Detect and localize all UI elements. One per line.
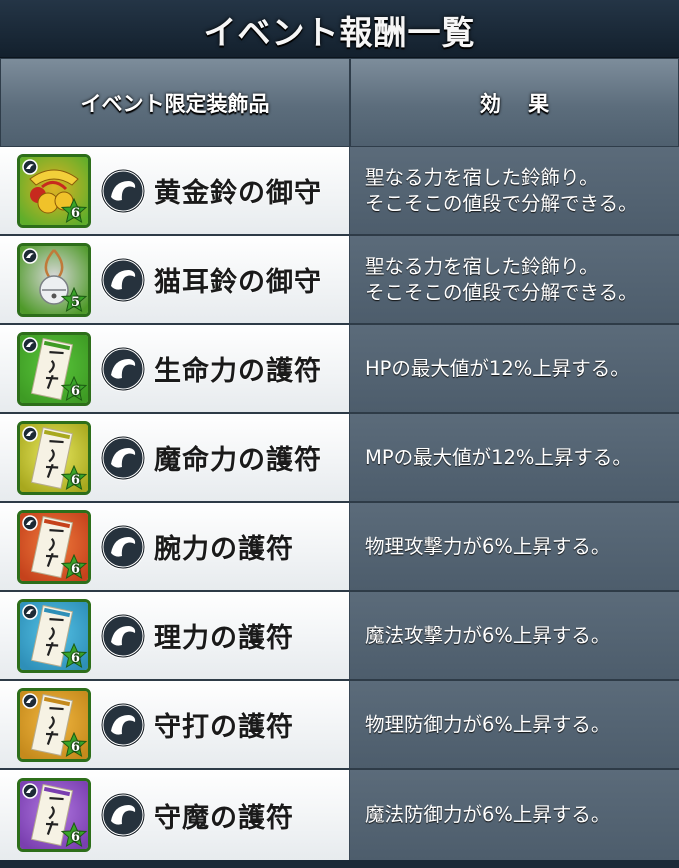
item-name: 生命力の護符 <box>154 356 322 387</box>
rarity-number: 6 <box>70 650 80 666</box>
accessory-type-icon <box>100 702 146 747</box>
table-row[interactable]: 6 理力の護符 魔法攻撃力が6%上昇する。 <box>0 592 679 681</box>
item-cell: 6 魔命力の護符 <box>0 414 350 501</box>
reward-list: 6 黄金鈴の御守 聖なる力を宿した鈴飾り。 そこそこの値段で分解できる。 5 猫… <box>0 147 679 860</box>
item-cell: 6 守魔の護符 <box>0 770 350 860</box>
accessory-type-icon <box>100 435 146 480</box>
table-row[interactable]: 6 腕力の護符 物理攻撃力が6%上昇する。 <box>0 503 679 592</box>
item-cell: 6 守打の護符 <box>0 681 350 768</box>
accessory-type-icon <box>100 168 146 213</box>
title-bar: イベント報酬一覧 <box>0 0 679 58</box>
item-cell: 6 生命力の護符 <box>0 325 350 412</box>
item-name: 理力の護符 <box>154 623 294 654</box>
talisman-icon[interactable]: 6 <box>17 331 91 406</box>
accessory-badge-icon <box>22 336 38 353</box>
item-cell: 6 腕力の護符 <box>0 503 350 590</box>
accessory-badge-icon <box>22 158 38 175</box>
item-name: 魔命力の護符 <box>154 445 322 476</box>
accessory-type-icon <box>100 792 146 838</box>
header-effect-column: 効 果 <box>350 58 679 147</box>
item-effect: 物理防御力が6%上昇する。 <box>350 681 679 768</box>
item-cell: 6 黄金鈴の御守 <box>0 147 350 234</box>
page-title: イベント報酬一覧 <box>203 13 476 52</box>
talisman-icon[interactable]: 6 <box>17 778 91 852</box>
accessory-badge-icon <box>22 514 38 531</box>
accessory-badge-icon <box>22 425 38 442</box>
talisman-icon[interactable]: 6 <box>17 687 91 762</box>
item-effect: 聖なる力を宿した鈴飾り。 そこそこの値段で分解できる。 <box>350 236 679 323</box>
accessory-type-icon <box>100 613 146 658</box>
header-item-column: イベント限定装飾品 <box>0 58 350 147</box>
talisman-icon[interactable]: 6 <box>17 598 91 673</box>
cat-ear-bell-charm-icon[interactable]: 5 <box>17 242 91 317</box>
rarity-number: 6 <box>70 739 80 755</box>
accessory-type-icon <box>100 257 146 302</box>
item-name: 守打の護符 <box>154 712 294 743</box>
item-effect: 魔法攻撃力が6%上昇する。 <box>350 592 679 679</box>
item-effect: 魔法防御力が6%上昇する。 <box>350 770 679 860</box>
accessory-type-icon <box>100 346 146 391</box>
item-cell: 6 理力の護符 <box>0 592 350 679</box>
item-effect: 聖なる力を宿した鈴飾り。 そこそこの値段で分解できる。 <box>350 147 679 234</box>
golden-bell-charm-icon[interactable]: 6 <box>17 153 91 228</box>
rarity-number: 6 <box>70 383 80 399</box>
item-cell: 5 猫耳鈴の御守 <box>0 236 350 323</box>
accessory-badge-icon <box>22 603 38 620</box>
table-row[interactable]: 6 守打の護符 物理防御力が6%上昇する。 <box>0 681 679 770</box>
item-effect: MPの最大値が12%上昇する。 <box>350 414 679 501</box>
item-effect: 物理攻撃力が6%上昇する。 <box>350 503 679 590</box>
rarity-number: 6 <box>70 472 80 488</box>
item-name: 腕力の護符 <box>154 534 294 565</box>
item-name: 黄金鈴の御守 <box>154 178 322 209</box>
item-name: 猫耳鈴の御守 <box>154 267 322 298</box>
rarity-number: 6 <box>70 205 80 221</box>
accessory-badge-icon <box>22 692 38 709</box>
table-row[interactable]: 6 守魔の護符 魔法防御力が6%上昇する。 <box>0 770 679 860</box>
item-name: 守魔の護符 <box>154 802 294 834</box>
item-effect: HPの最大値が12%上昇する。 <box>350 325 679 412</box>
accessory-badge-icon <box>22 247 38 264</box>
accessory-type-icon <box>100 524 146 569</box>
table-row[interactable]: 5 猫耳鈴の御守 聖なる力を宿した鈴飾り。 そこそこの値段で分解できる。 <box>0 236 679 325</box>
talisman-icon[interactable]: 6 <box>17 509 91 584</box>
rarity-number: 6 <box>70 561 80 577</box>
table-header: イベント限定装飾品 効 果 <box>0 58 679 147</box>
table-row[interactable]: 6 生命力の護符 HPの最大値が12%上昇する。 <box>0 325 679 414</box>
accessory-badge-icon <box>22 783 38 799</box>
rarity-number: 5 <box>70 294 80 310</box>
table-row[interactable]: 6 黄金鈴の御守 聖なる力を宿した鈴飾り。 そこそこの値段で分解できる。 <box>0 147 679 236</box>
table-row[interactable]: 6 魔命力の護符 MPの最大値が12%上昇する。 <box>0 414 679 503</box>
talisman-icon[interactable]: 6 <box>17 420 91 495</box>
rarity-number: 6 <box>70 830 80 845</box>
